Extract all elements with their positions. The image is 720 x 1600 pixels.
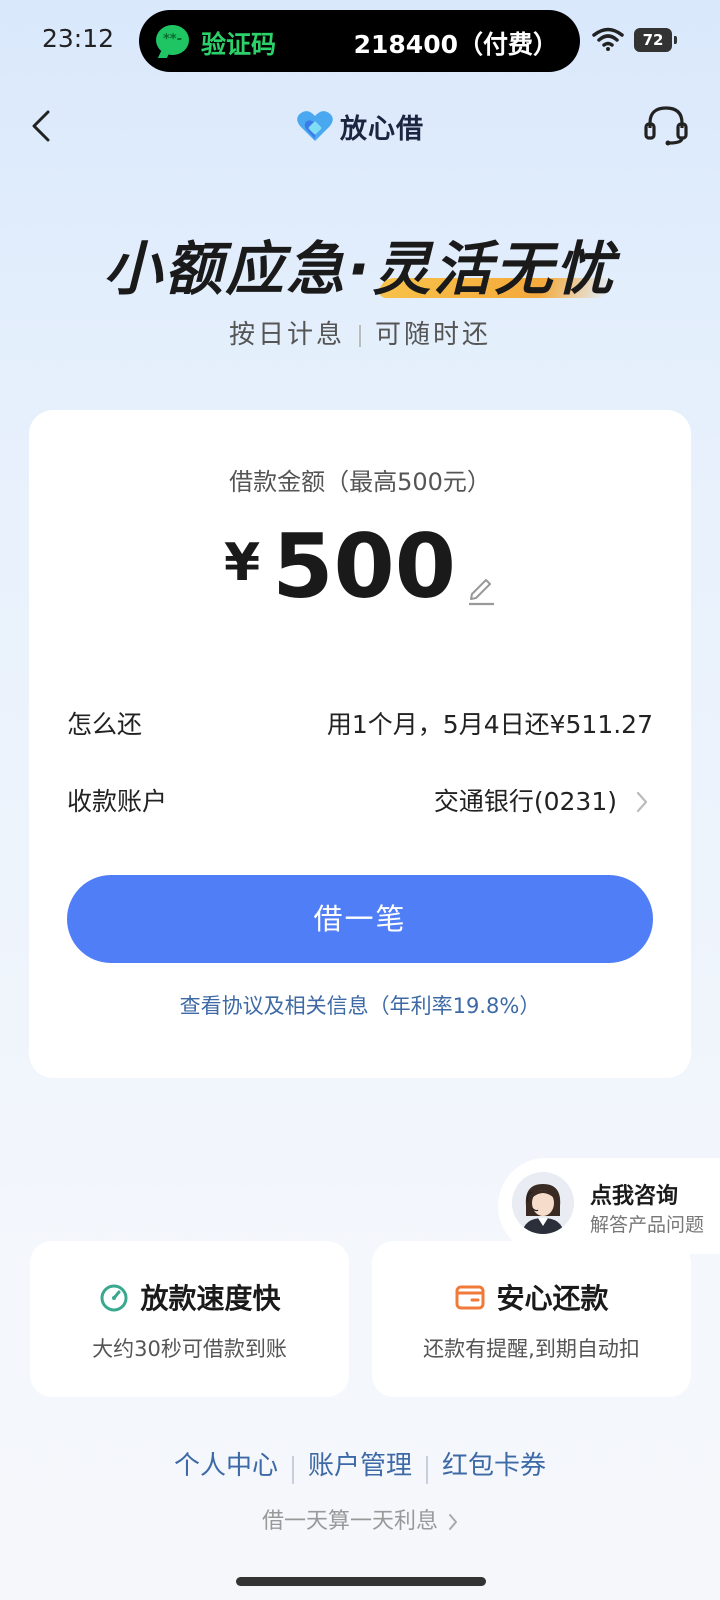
footer-link-personal-center[interactable]: 个人中心 [160,1445,292,1482]
divider [359,324,361,347]
agreement-link[interactable]: 查看协议及相关信息（年利率19.8%） [29,990,691,1020]
customer-service-button[interactable] [643,102,689,148]
amount-value[interactable]: 500 [272,515,456,618]
battery-indicator: 72 [634,28,677,52]
interest-note-link[interactable]: 借一天算一天利息 [0,1503,720,1535]
feature-head: 放款速度快 [30,1277,349,1317]
wifi-icon [592,27,624,51]
feature-desc: 大约30秒可借款到账 [92,1337,287,1361]
repay-plan-row[interactable]: 怎么还 用1个月，5月4日还¥511.27 [67,705,653,745]
hero-subtitle-left: 按日计息 [228,320,345,350]
feature-card-fast-payout: 放款速度快 大约30秒可借款到账 [30,1241,349,1397]
amount-label: 借款金额（最高500元） [229,468,491,496]
logo-text: 放心借 [340,113,424,145]
agent-avatar [512,1172,574,1234]
consult-widget[interactable]: 点我咨询 解答产品问题 [498,1158,720,1254]
feature-desc: 还款有提醒,到期自动扣 [423,1337,640,1361]
clock: 23:12 [42,24,115,53]
message-icon: **- [156,25,189,55]
interest-note-text: 借一天算一天利息 [261,1509,438,1534]
feature-title: 安心还款 [496,1282,609,1315]
hero-title-part1: 小额应急· [103,235,373,303]
currency-symbol: ¥ [224,533,261,593]
footer-links: 个人中心 账户管理 红包卡券 [0,1445,720,1484]
sms-title: 验证码 [201,30,277,59]
chevron-right-icon [449,1514,457,1530]
timer-icon [100,1284,128,1312]
consult-title: 点我咨询 [590,1184,679,1209]
app-logo: 放心借 [296,104,424,148]
repay-label: 怎么还 [67,710,143,739]
hero-subtitle: 按日计息 可随时还 [0,314,720,351]
hero-title: 小额应急·灵活无忧 [0,222,720,306]
repay-value: 用1个月，5月4日还¥511.27 [326,710,653,739]
footer-link-account-management[interactable]: 账户管理 [294,1445,426,1482]
feature-card-safe-repay: 安心还款 还款有提醒,到期自动扣 [372,1241,691,1397]
sms-notification-pill[interactable]: **- 验证码 218400（付费） [139,10,580,72]
hero-subtitle-right: 可随时还 [375,320,492,350]
account-value: 交通银行(0231) [433,787,617,816]
home-indicator[interactable] [236,1577,486,1586]
wallet-icon [455,1285,485,1310]
hero-title-part2: 灵活无忧 [372,235,617,303]
logo-heart-icon [297,111,333,141]
back-button[interactable] [22,100,62,152]
amount-display[interactable]: ¥500 [29,515,691,618]
edit-pencil-icon[interactable] [466,572,496,606]
feature-title: 放款速度快 [140,1282,281,1315]
consult-subtitle: 解答产品问题 [590,1214,705,1236]
footer-link-coupons[interactable]: 红包卡券 [428,1445,560,1482]
account-label: 收款账户 [67,787,168,816]
loan-card: 借款金额（最高500元） ¥500 怎么还 用1个月，5月4日还¥511.27 … [29,410,691,1078]
sms-code: 218400（付费） [353,30,558,59]
feature-head: 安心还款 [372,1277,691,1317]
receiving-account-row[interactable]: 收款账户 交通银行(0231) [67,782,653,822]
status-bar: 23:12 **- 验证码 218400（付费） 72 [0,0,720,80]
borrow-button[interactable]: 借一笔 [67,875,653,963]
chevron-right-icon [636,791,648,813]
